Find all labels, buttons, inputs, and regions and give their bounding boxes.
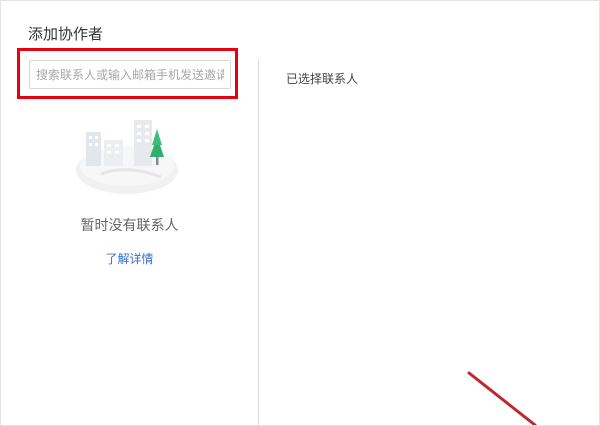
- search-input[interactable]: [29, 60, 231, 89]
- empty-contacts-illustration: [76, 120, 178, 194]
- add-collaborator-dialog: 添加协作者 暂时没有联系人 了解详情 已选择联系人: [0, 0, 600, 426]
- dialog-title: 添加协作者: [28, 25, 104, 43]
- panel-divider: [258, 59, 259, 425]
- selected-contacts-title: 已选择联系人: [286, 72, 359, 86]
- empty-contacts-text: 暂时没有联系人: [80, 218, 179, 234]
- learn-more-link[interactable]: 了解详情: [1, 250, 258, 267]
- annotation-arrow-icon: [467, 371, 537, 425]
